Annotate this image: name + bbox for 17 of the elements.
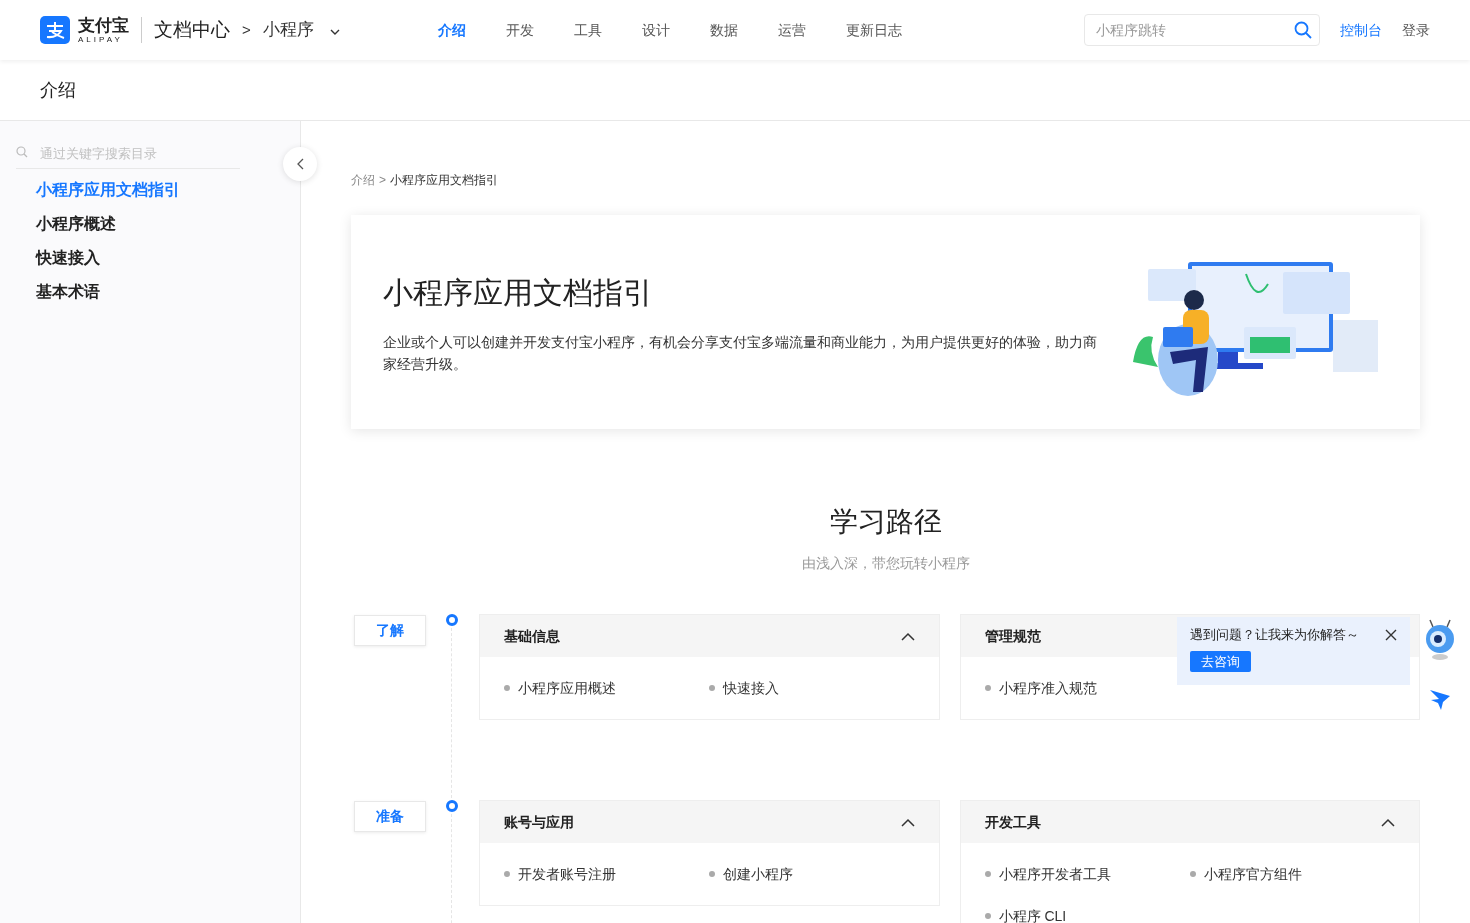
chat-message: 遇到问题？让我来为你解答～: [1190, 626, 1359, 644]
card-title: 管理规范: [984, 626, 1041, 646]
section-title: 学习路径: [829, 505, 942, 539]
section-subtitle: 由浅入深，带您玩转小程序: [801, 554, 970, 573]
card-title: 开发工具: [984, 812, 1041, 832]
breadcrumb-current: 小程序应用文档指引: [390, 172, 498, 189]
card-title: 账号与应用: [504, 812, 574, 832]
stage-tag: 准备: [354, 801, 426, 832]
hero-description: 企业或个人可以创建并开发支付宝小程序，有机会分享支付宝多端流量和商业能力，为用户提供更好的体验，助力商家经营升级。: [383, 332, 1098, 374]
logo-name: 支付宝: [78, 16, 129, 34]
breadcrumb-separator: >: [379, 172, 386, 189]
breadcrumb-separator: >: [242, 19, 251, 40]
page-title: 介绍: [40, 78, 76, 102]
stage-tag: 了解: [354, 615, 426, 646]
hero-title: 小程序应用文档指引: [383, 274, 654, 311]
card-title: 基础信息: [504, 626, 560, 646]
logo-subtitle: ALIPAY: [78, 35, 124, 44]
